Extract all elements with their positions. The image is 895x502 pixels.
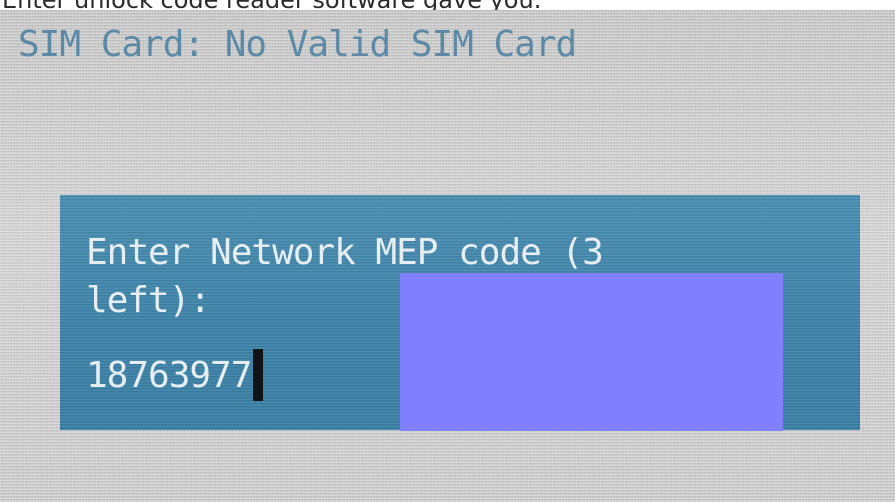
code-input-value: 18763977: [86, 354, 252, 396]
redaction-box: [400, 273, 783, 431]
instruction-caption: Enter unlock code reader software gave y…: [0, 0, 895, 10]
code-input-field[interactable]: 18763977: [86, 347, 264, 403]
page: Enter unlock code reader software gave y…: [0, 0, 895, 502]
prompt-line-1: Enter Network MEP code (3: [86, 232, 604, 273]
text-cursor: [253, 349, 264, 401]
sim-status-text: SIM Card: No Valid SIM Card: [18, 24, 577, 65]
